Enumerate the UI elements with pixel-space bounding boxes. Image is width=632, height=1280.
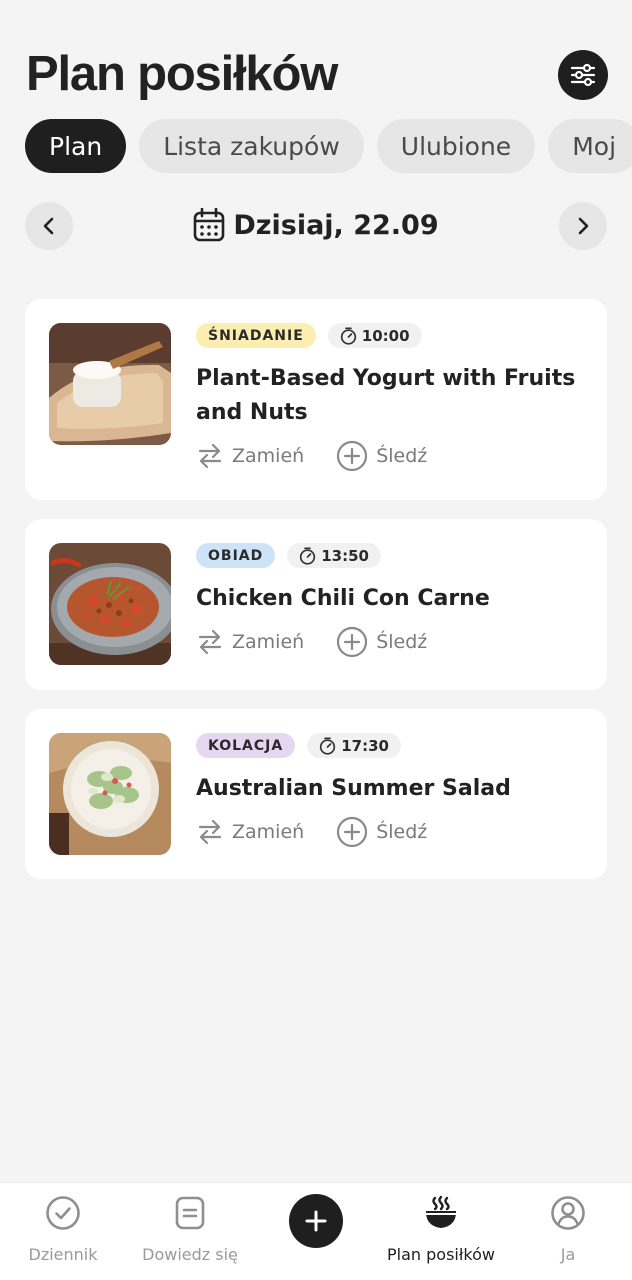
track-button[interactable]: Śledź [336,816,427,848]
user-circle-icon [551,1196,585,1230]
meal-title[interactable]: Chicken Chili Con Carne [196,582,587,616]
time-badge: 10:00 [327,323,422,348]
date-label: Dzisiaj, 22.09 [233,209,439,241]
meal-details: KOLACJA 17:30 Australian Summer Salad Za… [196,733,587,848]
swap-button[interactable]: Zamień [196,442,304,470]
swap-arrows-icon [198,629,222,655]
swap-arrows-icon [198,819,222,845]
calendar-icon [194,208,225,242]
meal-plan-screen: Plan posiłków Plan Lista zakupów Ulubion… [0,0,632,1280]
stopwatch-icon [300,546,316,565]
nav-item-me[interactable]: Ja [503,1193,632,1264]
track-button[interactable]: Śledź [336,626,427,658]
meal-type-badge: ŚNIADANIE [196,323,316,348]
meal-card-lunch[interactable]: OBIAD 13:50 Chicken Chili Con Carne Zami… [25,519,607,690]
swap-button[interactable]: Zamień [196,628,304,656]
date-navigation: Dzisiaj, 22.09 [25,202,607,252]
plus-circle-icon [337,626,368,658]
header: Plan posiłków [26,46,608,106]
salad-bowl-image [49,733,171,855]
date-display[interactable]: Dzisiaj, 22.09 [25,208,607,242]
plus-icon [305,1210,327,1232]
meal-image [49,543,171,665]
nav-label: Ja [560,1245,576,1264]
chevron-right-icon [578,217,589,235]
bottom-navigation: Dziennik Dowiedz się Plan posiłków Ja [0,1182,632,1280]
track-label: Śledź [376,445,428,467]
meal-actions: Zamień Śledź [196,440,587,472]
meal-actions: Zamień Śledź [196,816,587,848]
plus-circle-icon [337,440,368,472]
nav-item-learn[interactable]: Dowiedz się [125,1193,255,1264]
swap-label: Zamień [232,445,305,467]
meal-title[interactable]: Plant-Based Yogurt with Fruits and Nuts [196,362,587,430]
swap-arrows-icon [198,443,222,469]
meal-details: ŚNIADANIE 10:00 Plant-Based Yogurt with … [196,323,587,472]
meal-card-breakfast[interactable]: ŚNIADANIE 10:00 Plant-Based Yogurt with … [25,299,607,500]
add-button[interactable] [289,1194,343,1248]
yogurt-bowl-image [49,323,171,445]
tab-favorites[interactable]: Ulubione [376,119,536,173]
track-button[interactable]: Śledź [336,440,427,472]
track-label: Śledź [376,821,428,843]
nav-label: Dowiedz się [142,1245,238,1264]
stopwatch-icon [320,736,336,755]
tab-shopping-list[interactable]: Lista zakupów [139,119,364,173]
next-day-button[interactable] [559,202,607,250]
meal-image [49,733,171,855]
page-title: Plan posiłków [26,47,338,101]
tab-bar: Plan Lista zakupów Ulubione Moj [25,119,632,173]
track-label: Śledź [376,631,428,653]
filter-button[interactable] [558,50,608,100]
time-badge: 13:50 [287,543,381,568]
meal-title[interactable]: Australian Summer Salad [196,772,587,806]
meal-type-badge: OBIAD [196,543,276,568]
sliders-icon [570,63,596,87]
meal-image [49,323,171,445]
nav-item-meal-plan[interactable]: Plan posiłków [376,1193,506,1264]
meal-time: 13:50 [321,546,369,565]
nav-label: Plan posiłków [387,1245,495,1264]
meal-time: 17:30 [341,736,389,755]
nav-item-journal[interactable]: Dziennik [0,1193,128,1264]
tab-plan[interactable]: Plan [25,119,127,173]
swap-label: Zamień [232,631,305,653]
chili-plate-image [49,543,171,665]
nav-label: Dziennik [28,1245,98,1264]
bowl-icon [426,1195,456,1228]
check-circle-icon [46,1196,80,1230]
document-icon [175,1196,205,1230]
meal-type-badge: KOLACJA [196,733,296,758]
swap-label: Zamień [232,821,305,843]
meal-card-dinner[interactable]: KOLACJA 17:30 Australian Summer Salad Za… [25,709,607,879]
meal-time: 10:00 [361,326,410,345]
swap-button[interactable]: Zamień [196,818,304,846]
meal-actions: Zamień Śledź [196,626,587,658]
tab-mine[interactable]: Moj [548,119,632,173]
plus-circle-icon [337,816,368,848]
stopwatch-icon [340,326,356,345]
meal-details: OBIAD 13:50 Chicken Chili Con Carne Zami… [196,543,587,658]
time-badge: 17:30 [307,733,401,758]
